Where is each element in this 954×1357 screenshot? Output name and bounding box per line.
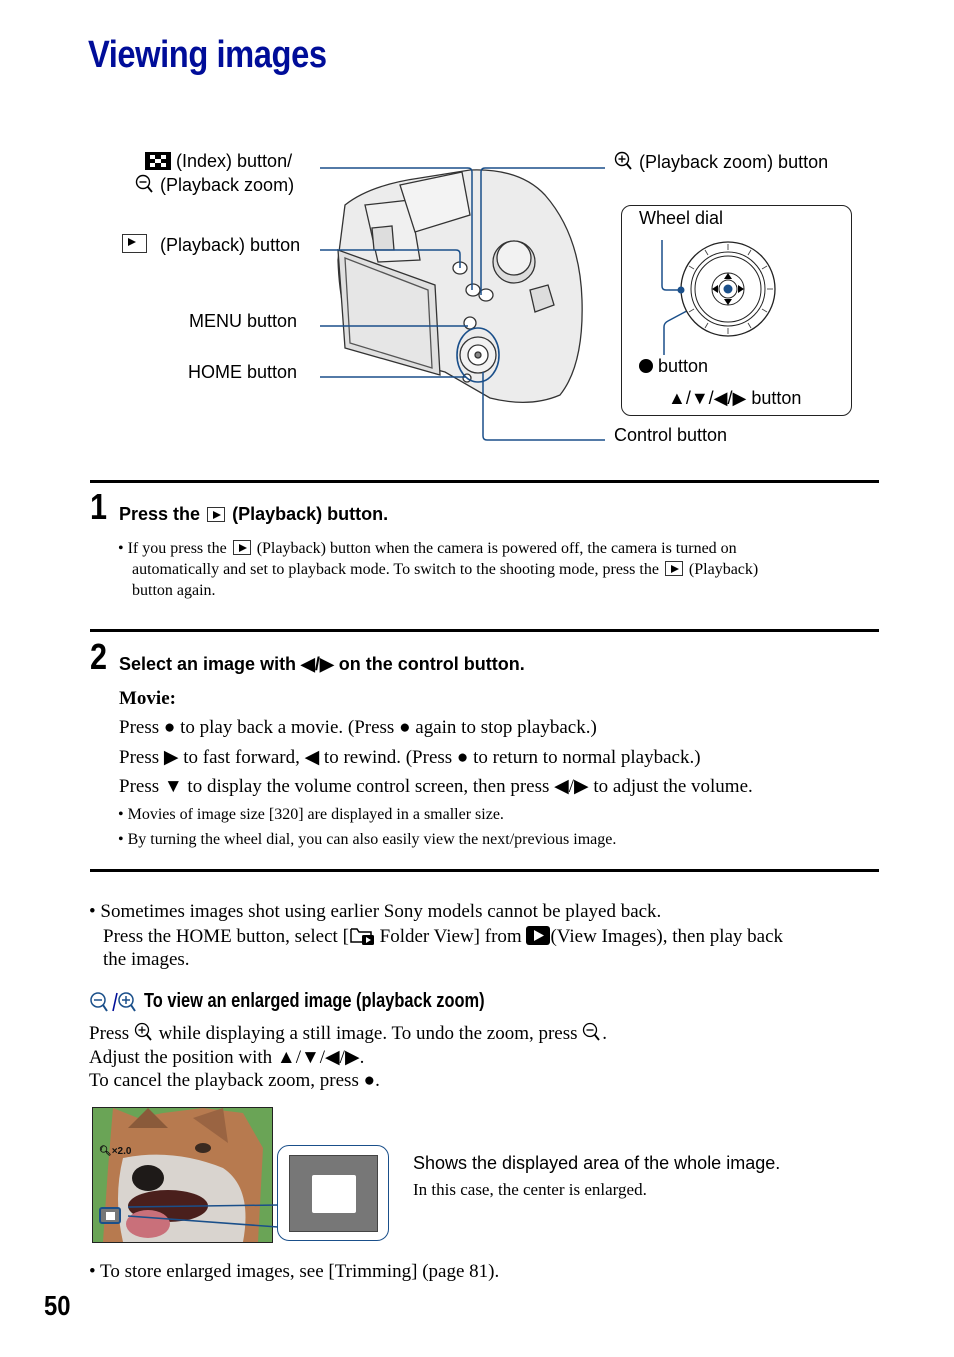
indicator-caption: Shows the displayed area of the whole im… [413,1153,781,1173]
divider [90,869,879,872]
sony-note-line1: • Sometimes images shot using earlier So… [89,901,662,922]
playback-icon [207,507,226,522]
sony-note-line2: Press the HOME button, select [ Folder V… [103,925,783,951]
movie-line: Press ▶ to fast forward, ◀ to rewind. (P… [119,747,701,768]
indicator-caption-detail: In this case, the center is enlarged. [413,1180,647,1199]
zoom-line1: Press while displaying a still image. To… [89,1022,607,1048]
position-indicator-enlarged [277,1145,389,1241]
divider [90,629,879,632]
playback-icon [232,540,251,555]
zoom-line2: Adjust the position with ▲/▼/◀/▶. [89,1047,365,1068]
step2-heading: Select an image with ◀/▶ on the control … [119,654,525,674]
camera-illustration [320,167,776,441]
step2-note: • By turning the wheel dial, you can als… [118,831,617,848]
movie-line: Press ● to play back a movie. (Press ● a… [119,717,597,738]
movie-line: Press ▼ to display the volume control sc… [119,776,753,797]
sony-note-line3: the images. [103,949,190,970]
step1-note-line2: automatically and set to playback mode. … [132,561,759,578]
camera-diagram: (Index) button/ (Playback zoom) (Playbac… [0,0,954,460]
step1-note: • If you press the (Playback) button whe… [118,540,737,557]
step-number-2: 2 [90,636,108,677]
movie-label: Movie: [119,688,176,709]
step-number-1: 1 [90,486,108,527]
zoom-in-icon [118,992,136,1012]
zoom-line3: To cancel the playback zoom, press ●. [89,1070,380,1091]
page-number: 50 [44,1290,71,1321]
step1-heading: Press the (Playback) button. [119,504,389,524]
wheel-dial-graphic [677,241,776,337]
view-images-icon [526,926,551,951]
folder-icon [349,925,375,951]
zoom-out-icon [582,1022,602,1048]
zoom-out-icon [90,992,108,1012]
playback-icon [664,561,683,576]
zoom-in-icon [134,1022,154,1048]
step2-note: • Movies of image size [320] are display… [118,806,504,823]
zoom-section-heading: To view an enlarged image (playback zoom… [144,990,485,1012]
trimming-note: • To store enlarged images, see [Trimmin… [89,1261,500,1282]
zoom-heading-icons [89,990,139,1021]
divider [90,480,879,483]
step1-note-line3: button again. [132,582,216,599]
